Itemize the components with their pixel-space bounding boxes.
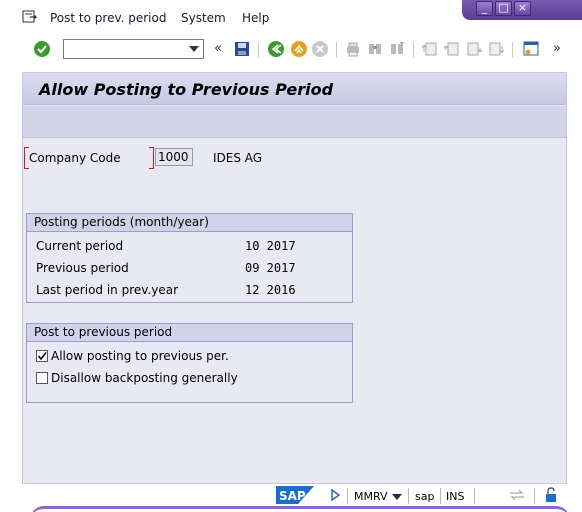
previous-period-label: Previous period	[36, 261, 129, 275]
status-separator	[474, 488, 475, 504]
status-separator	[534, 488, 535, 504]
find-next-icon	[388, 40, 406, 58]
menu-post-to-prev-period[interactable]: Post to prev. period	[50, 11, 166, 25]
standard-toolbar: « »	[0, 36, 582, 64]
minimize-button[interactable]: _	[476, 1, 493, 16]
application-toolbar	[23, 106, 566, 138]
connection-icon	[508, 488, 526, 506]
toolbar-separator	[336, 42, 337, 58]
status-separator	[347, 488, 348, 504]
post-to-prev-period-group: Post to previous period Allow posting to…	[26, 323, 353, 403]
command-dropdown-icon[interactable]	[189, 46, 199, 52]
sap-logo-icon: SAP	[276, 486, 314, 504]
save-icon[interactable]	[233, 40, 251, 58]
exit-icon[interactable]	[290, 40, 308, 58]
find-icon	[366, 40, 384, 58]
previous-period-value: 09 2017	[245, 261, 296, 275]
transaction-code: MMRV	[354, 490, 388, 503]
cancel-icon	[311, 40, 329, 58]
window-bottom-edge	[30, 506, 570, 512]
layout-menu-icon[interactable]	[522, 40, 540, 58]
menu-help[interactable]: Help	[242, 11, 269, 25]
window-controls: _ □ ×	[462, 0, 582, 20]
first-page-icon	[421, 40, 439, 58]
system-id: sap	[415, 490, 435, 503]
allow-posting-checkbox[interactable]	[36, 350, 48, 362]
required-field-marker	[149, 147, 154, 169]
toolbar-separator	[512, 42, 513, 58]
collapse-icon[interactable]: «	[214, 41, 222, 56]
disallow-backposting-checkbox[interactable]	[36, 372, 48, 384]
print-icon	[344, 40, 362, 58]
company-code-label: Company Code	[29, 151, 121, 165]
status-separator	[440, 488, 441, 504]
enter-icon[interactable]	[33, 40, 51, 58]
status-separator	[408, 488, 409, 504]
page-title: Allow Posting to Previous Period	[39, 80, 334, 99]
title-bar: Allow Posting to Previous Period	[23, 73, 566, 105]
posting-periods-group: Posting periods (month/year) Current per…	[26, 213, 353, 303]
insert-mode: INS	[446, 490, 465, 503]
next-page-icon	[465, 40, 483, 58]
current-period-value: 10 2017	[245, 239, 296, 253]
last-period-prev-year-value: 12 2016	[245, 283, 296, 297]
posting-periods-heading: Posting periods (month/year)	[27, 214, 352, 232]
status-play-icon[interactable]	[330, 488, 348, 506]
current-period-label: Current period	[36, 239, 124, 253]
back-icon[interactable]	[267, 40, 285, 58]
svg-text:SAP: SAP	[279, 489, 306, 503]
last-page-icon	[487, 40, 505, 58]
menu-system[interactable]: System	[181, 11, 226, 25]
toolbar-separator	[258, 42, 259, 58]
disallow-backposting-label[interactable]: Disallow backposting generally	[51, 371, 238, 385]
status-dropdown-icon[interactable]	[392, 491, 402, 500]
previous-page-icon	[443, 40, 461, 58]
maximize-button[interactable]: □	[495, 1, 512, 16]
post-to-prev-period-heading: Post to previous period	[27, 324, 352, 342]
menu-expand-icon[interactable]	[22, 10, 38, 24]
close-button[interactable]: ×	[514, 1, 531, 16]
main-screen: Allow Posting to Previous Period Company…	[22, 72, 567, 484]
company-code-field[interactable]: 1000	[155, 148, 193, 166]
toolbar-overflow-icon[interactable]: »	[553, 41, 561, 56]
toolbar-separator	[413, 42, 414, 58]
last-period-prev-year-label: Last period in prev.year	[36, 283, 179, 297]
command-field[interactable]	[63, 39, 204, 59]
lock-icon[interactable]	[543, 486, 561, 504]
company-name: IDES AG	[213, 151, 263, 165]
allow-posting-label[interactable]: Allow posting to previous per.	[51, 349, 229, 363]
